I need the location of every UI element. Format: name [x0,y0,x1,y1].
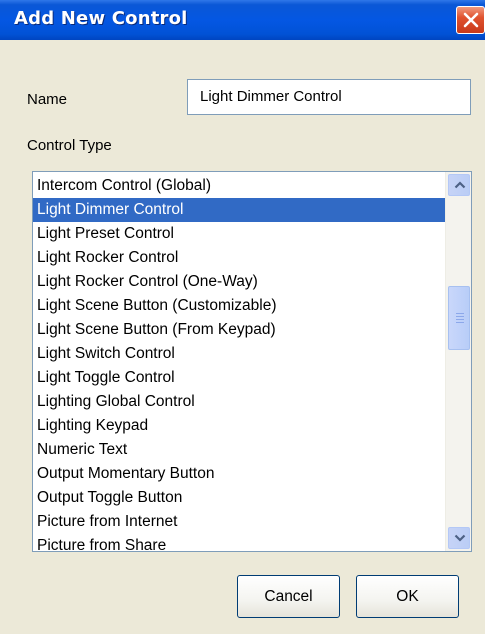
list-item[interactable]: Light Dimmer Control [33,198,445,222]
list-scrollbar[interactable] [445,172,471,551]
list-item[interactable]: Picture from Share [33,534,445,551]
scroll-grip [456,319,464,320]
list-item[interactable]: Picture from Internet [33,510,445,534]
chevron-up-icon [454,181,466,189]
scroll-down-button[interactable] [448,527,470,549]
close-button[interactable] [456,6,485,34]
title-bar[interactable]: Add New Control [0,0,485,40]
list-item[interactable]: Output Toggle Button [33,486,445,510]
list-item[interactable]: Light Switch Control [33,342,445,366]
list-item[interactable]: Light Scene Button (From Keypad) [33,318,445,342]
list-item[interactable]: Numeric Text [33,438,445,462]
close-icon [463,12,479,28]
ok-button[interactable]: OK [356,575,459,618]
list-item[interactable]: Light Rocker Control [33,246,445,270]
scroll-up-button[interactable] [448,174,470,196]
name-input[interactable]: Light Dimmer Control [187,79,471,115]
name-label: Name [27,91,68,108]
control-type-list: Intercom Control (Global) Light Dimmer Co… [33,174,445,551]
list-item[interactable]: Light Preset Control [33,222,445,246]
list-item[interactable]: Output Momentary Button [33,462,445,486]
list-item[interactable]: Intercom Control (Global) [33,174,445,198]
list-item[interactable]: Lighting Global Control [33,390,445,414]
list-item[interactable]: Light Scene Button (Customizable) [33,294,445,318]
list-item[interactable]: Light Toggle Control [33,366,445,390]
scroll-grip [456,322,464,323]
control-type-label: Control Type [27,137,112,154]
scroll-grip [456,316,464,317]
scroll-grip [456,313,464,314]
scroll-thumb[interactable] [448,286,470,350]
list-item[interactable]: Light Rocker Control (One-Way) [33,270,445,294]
chevron-down-icon [454,534,466,542]
control-type-listbox[interactable]: Intercom Control (Global) Light Dimmer Co… [32,171,472,552]
cancel-button[interactable]: Cancel [237,575,340,618]
list-item[interactable]: Lighting Keypad [33,414,445,438]
dialog-title: Add New Control [14,8,188,29]
